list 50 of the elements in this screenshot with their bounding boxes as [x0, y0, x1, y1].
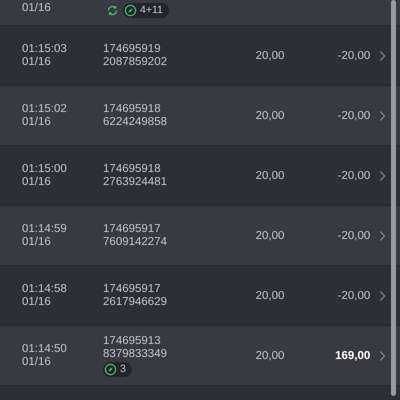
stake-amount: 20,00 [256, 50, 284, 62]
ticket-number: 8379833349 [103, 348, 168, 360]
order-number: 174695918 [103, 102, 162, 116]
bet-row[interactable]: 01:14:50 01/16 174695913 8379833349 3 20,00 169,00 [0, 326, 400, 386]
ticket-number: 6224249858 [103, 116, 168, 128]
order-number: 174695917 [103, 282, 162, 296]
date-text: 01/16 [22, 356, 52, 368]
order-number: 174695919 [103, 42, 162, 56]
time-text: 01:14:50 [22, 342, 68, 356]
order-number: 174695913 [103, 334, 162, 348]
time-text: 01:15:00 [22, 162, 68, 176]
date-text: 01/16 [22, 116, 52, 128]
bet-row[interactable]: 01:14:59 01/16 174695917 7609142274 20,00 -20,00 [0, 206, 400, 266]
bet-row[interactable]: 01:15:02 01/16 174695918 6224249858 20,00 -20,00 [0, 86, 400, 146]
result-amount: -20,00 [338, 50, 370, 62]
ticket-number: 2763924481 [103, 176, 168, 188]
stake-amount: 20,00 [256, 290, 284, 302]
ticket-number: 2087859202 [103, 56, 168, 68]
sync-icon [106, 4, 119, 17]
result-amount: -20,00 [338, 170, 370, 182]
compass-badge: 4+11 [123, 3, 169, 18]
chevron-icon[interactable] [379, 350, 386, 362]
compass-badge: 3 [103, 362, 132, 376]
order-number: 174695917 [103, 222, 162, 236]
result-amount: -20,00 [338, 290, 370, 302]
ticket-number: 2617946629 [103, 296, 168, 308]
stake-amount: 20,00 [256, 110, 284, 122]
time-text: 01:14:59 [22, 222, 68, 236]
date-text: 01/16 [22, 236, 52, 248]
time-text: 01:15:02 [22, 102, 68, 116]
chevron-icon[interactable] [379, 230, 386, 242]
date-text: 01/16 [22, 2, 52, 15]
time-text: 01:14:58 [22, 282, 68, 296]
chevron-icon[interactable] [379, 170, 386, 182]
result-amount: -20,00 [338, 110, 370, 122]
result-amount: 169,00 [335, 350, 370, 362]
stake-amount: 20,00 [256, 170, 284, 182]
date-text: 01/16 [22, 296, 52, 308]
stake-amount: 20,00 [256, 350, 284, 362]
scrollbar[interactable] [391, 0, 396, 396]
date-text: 01/16 [22, 56, 52, 68]
date-text: 01/16 [22, 176, 52, 188]
stake-amount: 20,00 [256, 230, 284, 242]
order-number: 174695918 [103, 162, 162, 176]
chevron-icon[interactable] [379, 290, 386, 302]
ticket-number: 7609142274 [103, 236, 168, 248]
chevron-icon[interactable] [379, 50, 386, 62]
time-text: 01:15:03 [22, 42, 68, 56]
result-amount: -20,00 [338, 230, 370, 242]
chevron-icon[interactable] [379, 110, 386, 122]
